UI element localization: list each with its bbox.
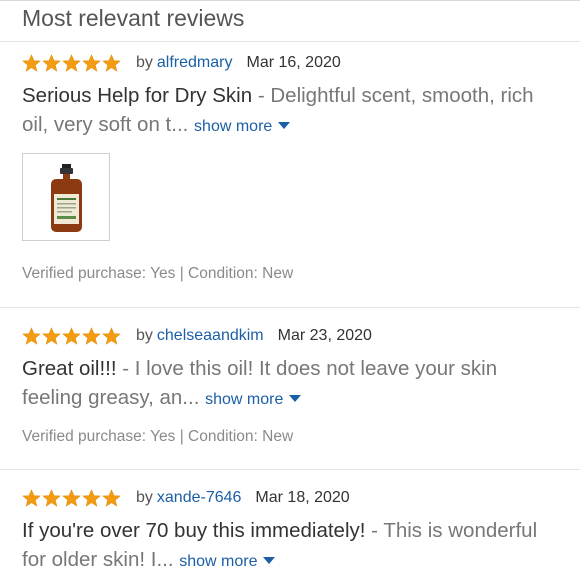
caret-down-icon (263, 557, 276, 564)
star-icon (102, 53, 121, 72)
reviewer-link[interactable]: xande-7646 (157, 489, 242, 507)
star-icon (42, 488, 61, 507)
review-date: Mar 16, 2020 (246, 54, 341, 71)
review-item: by alfredmary Mar 16, 2020 Serious Help … (22, 51, 562, 141)
review-meta: by alfredmary Mar 16, 2020 (22, 51, 562, 75)
caret-down-icon (278, 122, 291, 129)
divider (0, 41, 580, 42)
review-item: by chelseaandkim Mar 23, 2020 Great oil!… (22, 324, 562, 414)
star-icon (82, 326, 101, 345)
title-separator: - (116, 357, 135, 380)
review-meta: by chelseaandkim Mar 23, 2020 (22, 324, 562, 348)
star-icon (82, 53, 101, 72)
star-rating (22, 53, 122, 73)
review-title: Great oil!!! (22, 357, 117, 380)
star-icon (102, 488, 121, 507)
star-icon (62, 488, 81, 507)
divider (0, 469, 580, 470)
review-body: If you're over 70 buy this immediately! … (22, 516, 562, 576)
review-photo-thumbnail[interactable] (22, 153, 110, 241)
star-icon (62, 326, 81, 345)
star-icon (42, 326, 61, 345)
verified-purchase-info: Verified purchase: Yes | Condition: New (22, 265, 294, 282)
show-more-button[interactable]: show more (205, 391, 302, 408)
section-heading: Most relevant reviews (22, 5, 245, 31)
review-item: by xande-7646 Mar 18, 2020 If you're ove… (22, 486, 562, 576)
star-icon (22, 326, 41, 345)
by-label: by (136, 327, 153, 344)
star-rating (22, 326, 122, 346)
star-icon (102, 326, 121, 345)
divider (0, 307, 580, 308)
show-more-label: show more (194, 118, 273, 135)
reviewer-link[interactable]: chelseaandkim (157, 327, 264, 345)
review-body: Serious Help for Dry Skin - Delightful s… (22, 81, 562, 141)
reviews-panel: Most relevant reviews by alfredmary Mar … (0, 0, 580, 580)
star-icon (82, 488, 101, 507)
star-icon (62, 53, 81, 72)
review-title: Serious Help for Dry Skin (22, 84, 253, 107)
review-title: If you're over 70 buy this immediately! (22, 519, 366, 542)
star-rating (22, 488, 122, 508)
caret-down-icon (289, 395, 302, 402)
review-meta: by xande-7646 Mar 18, 2020 (22, 486, 562, 510)
show-more-button[interactable]: show more (179, 553, 276, 570)
review-date: Mar 23, 2020 (277, 327, 372, 344)
by-label: by (136, 489, 153, 506)
show-more-button[interactable]: show more (194, 118, 291, 135)
reviewer-link[interactable]: alfredmary (157, 54, 233, 72)
by-label: by (136, 54, 153, 71)
product-bottle-image (51, 164, 82, 232)
verified-purchase-info: Verified purchase: Yes | Condition: New (22, 428, 294, 445)
star-icon (42, 53, 61, 72)
show-more-label: show more (179, 553, 258, 570)
title-separator: - (365, 519, 384, 542)
star-icon (22, 53, 41, 72)
star-icon (22, 488, 41, 507)
title-separator: - (252, 84, 271, 107)
review-date: Mar 18, 2020 (255, 489, 350, 506)
review-body: Great oil!!! - I love this oil! It does … (22, 354, 562, 414)
show-more-label: show more (205, 391, 284, 408)
